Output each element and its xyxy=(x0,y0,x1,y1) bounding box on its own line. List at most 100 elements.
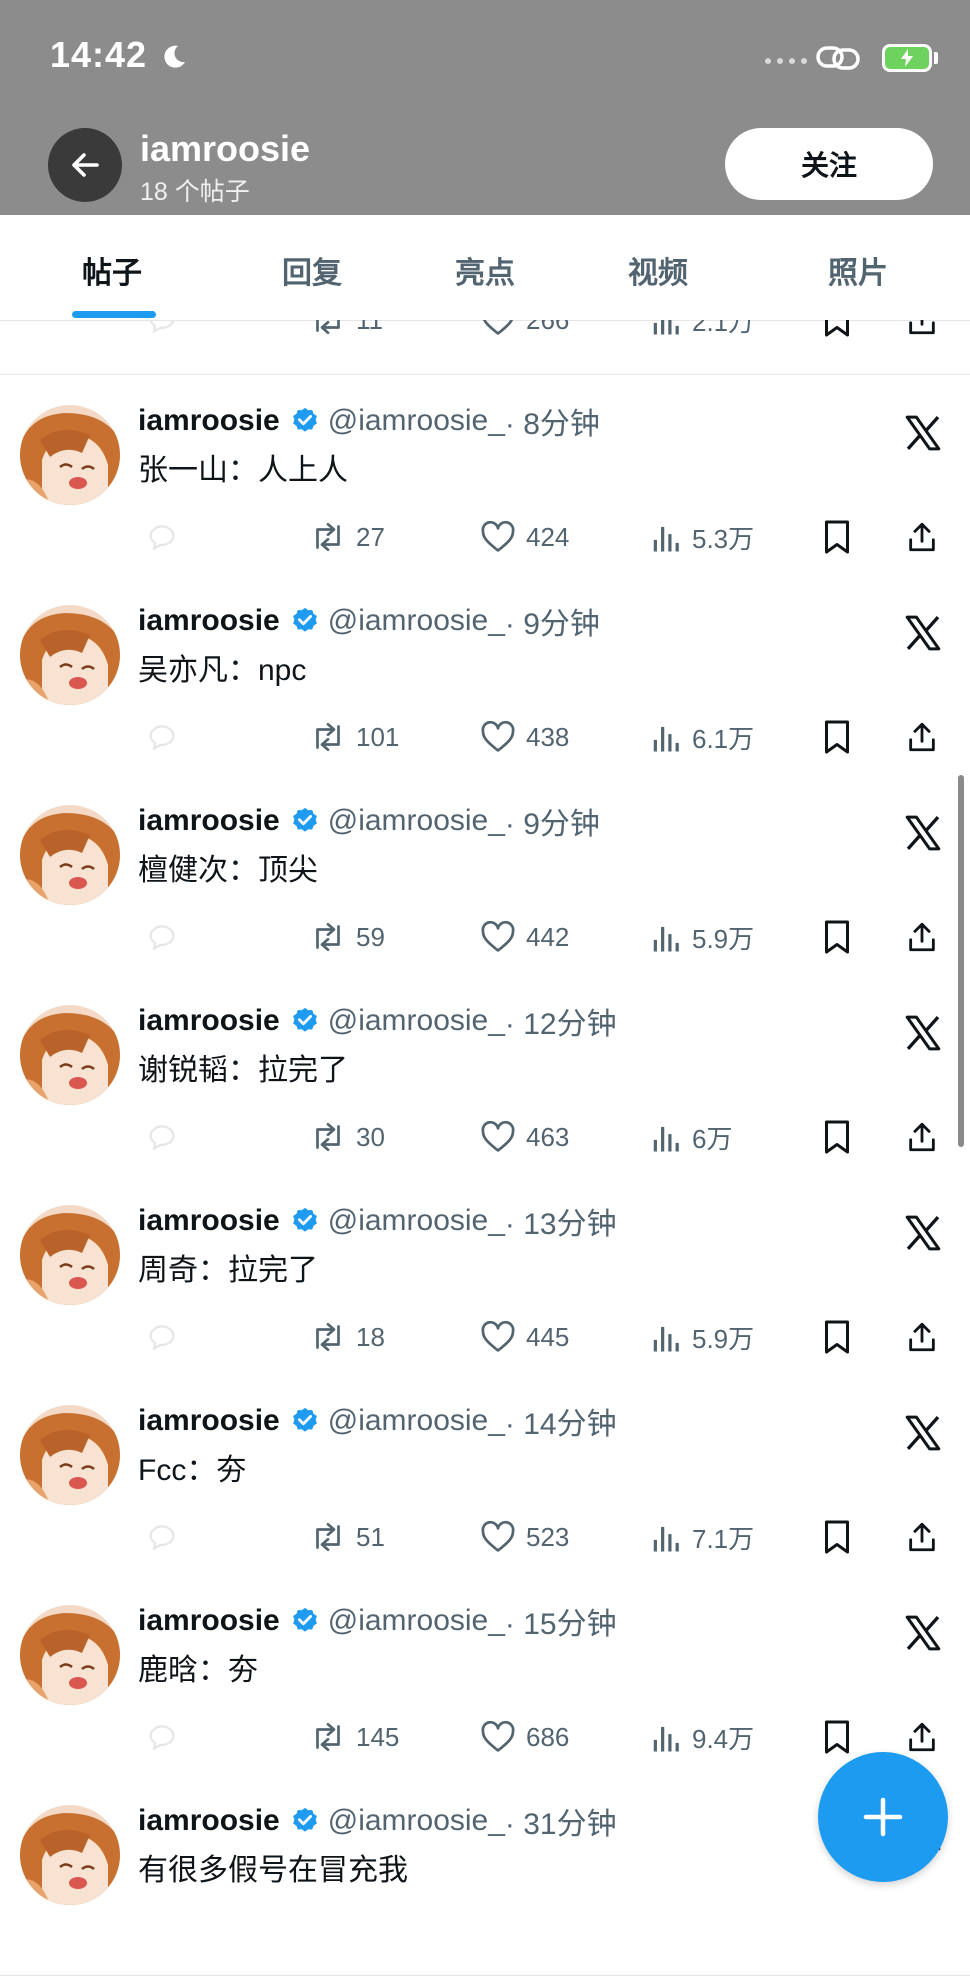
post-actions: 101 438 6.1万 xyxy=(0,715,970,759)
reply-button[interactable] xyxy=(145,1715,189,1759)
tab-videos[interactable]: 视频 xyxy=(628,248,688,292)
views-button[interactable]: 5.9万 xyxy=(652,915,754,959)
views-button[interactable]: 6.1万 xyxy=(652,715,754,759)
avatar[interactable] xyxy=(20,1805,120,1905)
views-button[interactable]: 6万 xyxy=(652,1115,732,1159)
reply-button[interactable] xyxy=(145,1515,189,1559)
reply-button[interactable] xyxy=(145,320,189,342)
share-button[interactable] xyxy=(905,1115,949,1159)
views-button[interactable]: 7.1万 xyxy=(652,1515,754,1559)
retweet-icon xyxy=(316,1522,340,1552)
avatar[interactable] xyxy=(20,1205,120,1305)
author-handle[interactable]: @iamroosie_ xyxy=(328,804,505,838)
post[interactable]: iamroosie @iamroosie_ · 9分钟 檀健次：顶尖 59 44 xyxy=(0,775,970,976)
views-button[interactable]: 2.1万 xyxy=(652,320,754,342)
compose-post-button[interactable] xyxy=(818,1752,948,1882)
verified-badge-icon xyxy=(292,1207,317,1232)
post-header: iamroosie @iamroosie_ · 9分钟 xyxy=(138,799,600,843)
bookmark-button[interactable] xyxy=(822,1315,862,1359)
reply-button[interactable] xyxy=(145,1315,189,1359)
reply-button[interactable] xyxy=(145,1115,189,1159)
post[interactable]: iamroosie @iamroosie_ · 8分钟 张一山：人上人 27 4 xyxy=(0,375,970,576)
bookmark-button[interactable] xyxy=(822,1515,862,1559)
reply-button[interactable] xyxy=(145,515,189,559)
retweet-button[interactable]: 51 xyxy=(310,1515,385,1559)
author-handle[interactable]: @iamroosie_ xyxy=(328,1204,505,1238)
share-button[interactable] xyxy=(905,1715,949,1759)
author-handle[interactable]: @iamroosie_ xyxy=(328,1004,505,1038)
like-button[interactable]: 686 xyxy=(480,1715,569,1759)
bookmark-button[interactable] xyxy=(822,1115,862,1159)
avatar[interactable] xyxy=(20,605,120,705)
share-button[interactable] xyxy=(905,320,949,342)
retweet-icon xyxy=(316,1322,340,1352)
retweet-button[interactable]: 18 xyxy=(310,1315,385,1359)
bookmark-button[interactable] xyxy=(822,320,862,342)
retweet-button[interactable]: 59 xyxy=(310,915,385,959)
avatar[interactable] xyxy=(20,805,120,905)
reply-icon xyxy=(149,725,175,751)
retweet-button[interactable]: 101 xyxy=(310,715,399,759)
post-text: 张一山：人上人 xyxy=(138,454,348,487)
views-button[interactable]: 9.4万 xyxy=(652,1715,754,1759)
retweet-count: 30 xyxy=(356,1121,385,1152)
like-button[interactable]: 445 xyxy=(480,1315,569,1359)
post[interactable]: iamroosie @iamroosie_ · 13分钟 周奇：拉完了 18 4 xyxy=(0,1175,970,1376)
reply-button[interactable] xyxy=(145,715,189,759)
author-handle[interactable]: @iamroosie_ xyxy=(328,1804,505,1838)
do-not-disturb-moon-icon xyxy=(164,45,185,68)
back-button[interactable] xyxy=(48,128,122,202)
share-button[interactable] xyxy=(905,515,949,559)
share-button[interactable] xyxy=(905,1515,949,1559)
share-button[interactable] xyxy=(905,915,949,959)
share-button[interactable] xyxy=(905,715,949,759)
author-name[interactable]: iamroosie xyxy=(138,1604,280,1638)
like-button[interactable]: 463 xyxy=(480,1115,569,1159)
reply-button[interactable] xyxy=(145,915,189,959)
tab-replies[interactable]: 回复 xyxy=(282,248,342,292)
author-name[interactable]: iamroosie xyxy=(138,404,280,438)
bookmark-button[interactable] xyxy=(822,1715,862,1759)
author-name[interactable]: iamroosie xyxy=(138,1204,280,1238)
avatar[interactable] xyxy=(20,405,120,505)
like-button[interactable]: 523 xyxy=(480,1515,569,1559)
author-name[interactable]: iamroosie xyxy=(138,604,280,638)
like-button[interactable]: 438 xyxy=(480,715,569,759)
post[interactable]: iamroosie @iamroosie_ · 9分钟 吴亦凡：npc 101 xyxy=(0,575,970,776)
author-handle[interactable]: @iamroosie_ xyxy=(328,604,505,638)
retweet-button[interactable]: 27 xyxy=(310,515,385,559)
author-name[interactable]: iamroosie xyxy=(138,1004,280,1038)
retweet-button[interactable]: 11 xyxy=(310,320,383,342)
like-button[interactable]: 442 xyxy=(480,915,569,959)
avatar[interactable] xyxy=(20,1005,120,1105)
bookmark-button[interactable] xyxy=(822,515,862,559)
retweet-button[interactable]: 30 xyxy=(310,1115,385,1159)
tab-photos[interactable]: 照片 xyxy=(828,248,888,292)
avatar[interactable] xyxy=(20,1405,120,1505)
author-name[interactable]: iamroosie xyxy=(138,1804,280,1838)
post-header: iamroosie @iamroosie_ · 12分钟 xyxy=(138,999,617,1043)
like-button[interactable]: 424 xyxy=(480,515,569,559)
share-icon xyxy=(909,922,935,952)
tab-highlights[interactable]: 亮点 xyxy=(455,248,515,292)
author-name[interactable]: iamroosie xyxy=(138,804,280,838)
views-button[interactable]: 5.3万 xyxy=(652,515,754,559)
scrollbar[interactable] xyxy=(958,775,964,1147)
bookmark-button[interactable] xyxy=(822,915,862,959)
like-button[interactable]: 266 xyxy=(480,320,569,342)
post-text: 鹿晗：夯 xyxy=(138,1654,258,1687)
retweet-button[interactable]: 145 xyxy=(310,1715,399,1759)
tab-posts[interactable]: 帖子 xyxy=(82,248,142,292)
post[interactable]: iamroosie @iamroosie_ · 12分钟 谢锐韬：拉完了 30 xyxy=(0,975,970,1176)
post[interactable]: iamroosie @iamroosie_ · 15分钟 鹿晗：夯 145 68 xyxy=(0,1575,970,1776)
author-handle[interactable]: @iamroosie_ xyxy=(328,404,505,438)
post[interactable]: iamroosie @iamroosie_ · 14分钟 Fcc：夯 51 52 xyxy=(0,1375,970,1576)
bookmark-button[interactable] xyxy=(822,715,862,759)
author-handle[interactable]: @iamroosie_ xyxy=(328,1404,505,1438)
share-button[interactable] xyxy=(905,1315,949,1359)
avatar[interactable] xyxy=(20,1605,120,1705)
author-handle[interactable]: @iamroosie_ xyxy=(328,1604,505,1638)
follow-button[interactable]: 关注 xyxy=(725,128,933,200)
author-name[interactable]: iamroosie xyxy=(138,1404,280,1438)
views-button[interactable]: 5.9万 xyxy=(652,1315,754,1359)
